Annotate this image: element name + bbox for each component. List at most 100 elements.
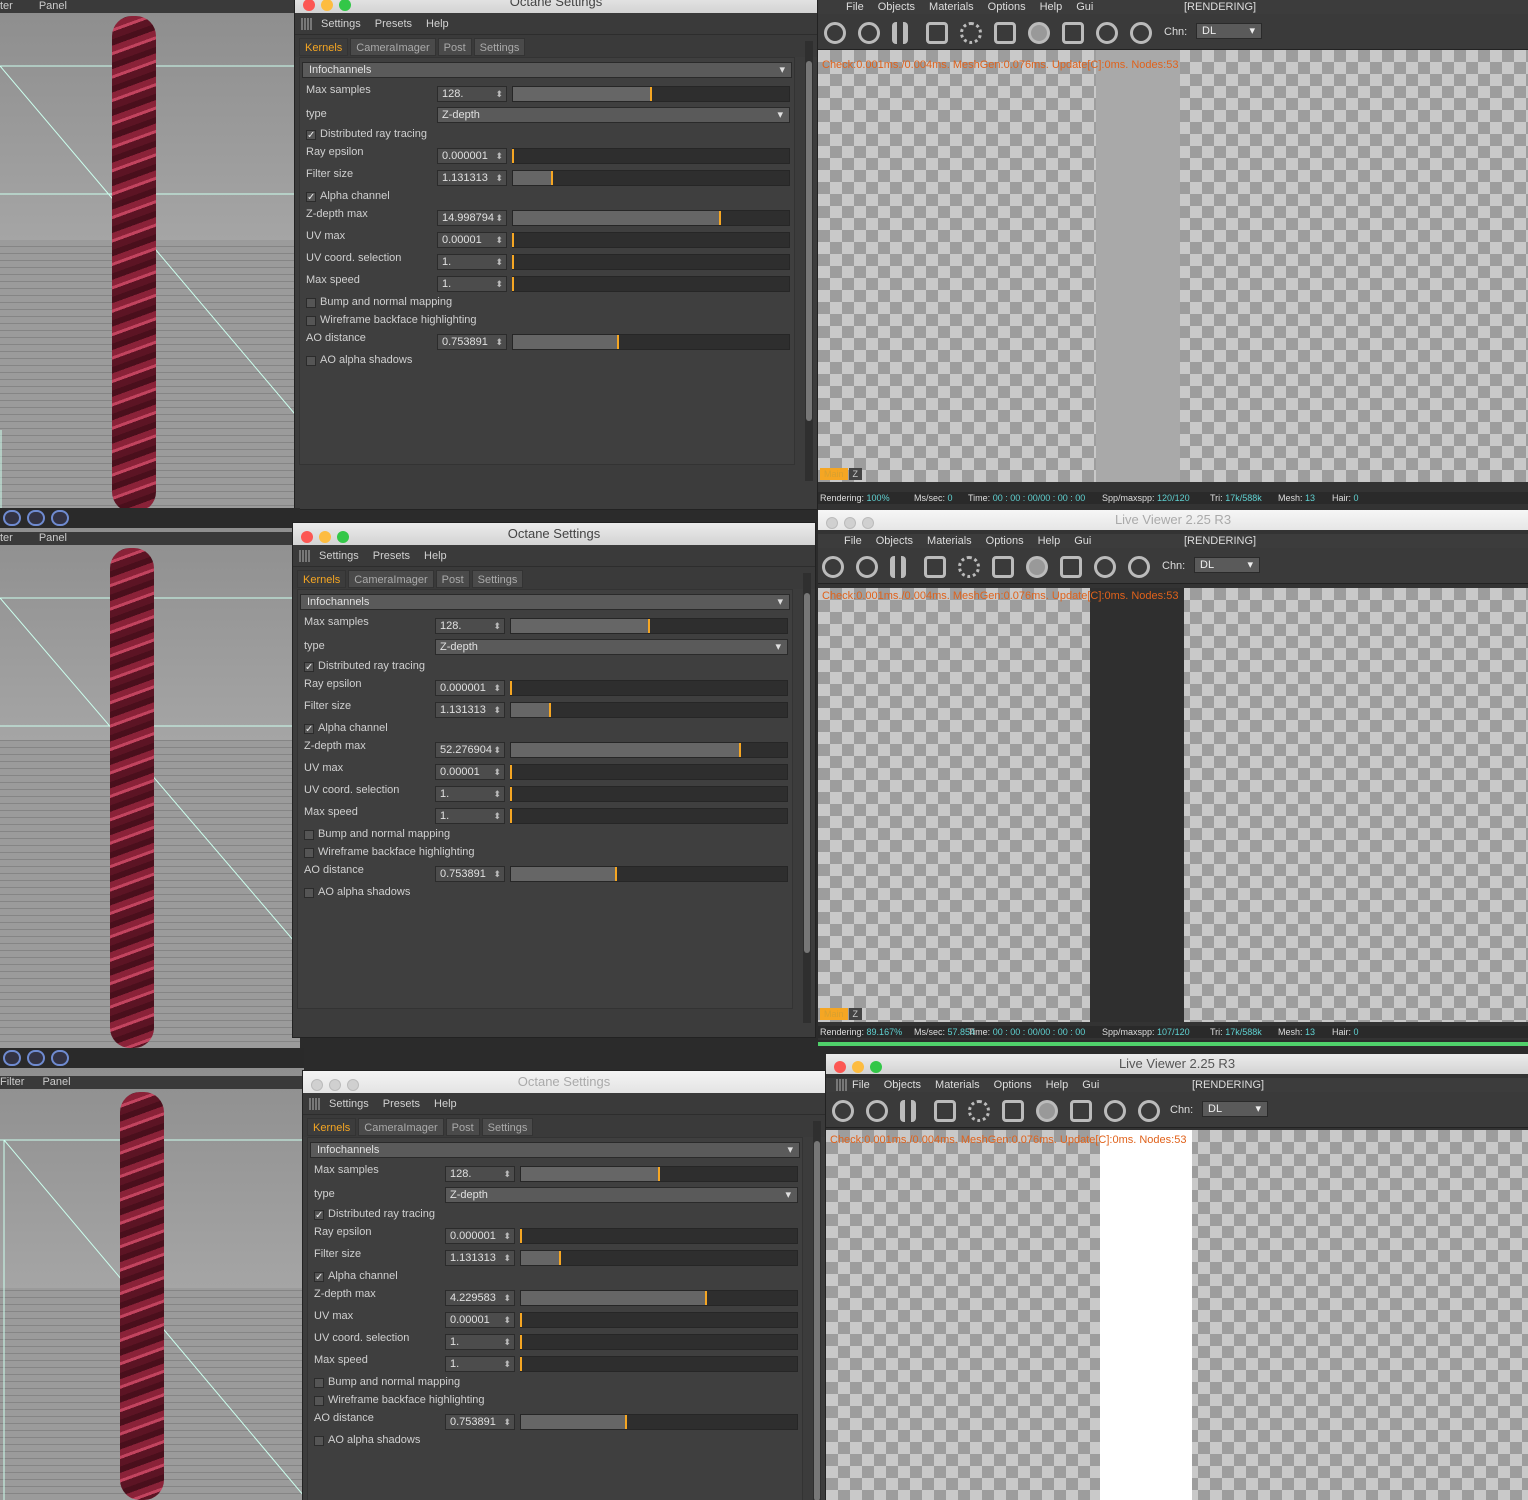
render-canvas[interactable]: Check:0.001ms./0.004ms. MeshGen:0.076ms.… bbox=[818, 50, 1528, 482]
menu-panel[interactable]: Panel bbox=[39, 0, 67, 12]
ray-epsilon-input[interactable]: 0.000001 bbox=[437, 148, 507, 164]
slider-handle[interactable] bbox=[512, 255, 514, 269]
channel-select[interactable]: DL bbox=[1202, 1101, 1268, 1117]
ray-epsilon-slider[interactable] bbox=[512, 148, 790, 164]
distributed-ray-tracing-checkbox[interactable]: ✓ bbox=[304, 662, 314, 673]
uv-max-slider[interactable] bbox=[510, 764, 788, 780]
focus-pin-icon[interactable] bbox=[1094, 556, 1116, 578]
zoom-button[interactable] bbox=[347, 1079, 359, 1091]
menu-help[interactable]: Help bbox=[434, 1098, 457, 1110]
wireframe-backface-checkbox[interactable] bbox=[306, 316, 316, 326]
zdepth-max-input[interactable]: 4.229583 bbox=[445, 1290, 515, 1306]
slider-handle[interactable] bbox=[510, 681, 512, 695]
material-ball-icon[interactable] bbox=[1026, 556, 1048, 578]
channel-select[interactable]: DL bbox=[1196, 23, 1262, 39]
gear-icon[interactable] bbox=[960, 22, 982, 44]
max-samples-slider[interactable] bbox=[510, 618, 788, 634]
max-samples-slider[interactable] bbox=[520, 1166, 798, 1182]
max-speed-slider[interactable] bbox=[520, 1356, 798, 1372]
lv-menu-help[interactable]: Help bbox=[1038, 535, 1061, 547]
render-canvas[interactable]: Check:0.001ms./0.004ms. MeshGen:0.076ms.… bbox=[818, 588, 1528, 1022]
slider-handle[interactable] bbox=[704, 1291, 707, 1305]
uv-coord-selection-slider[interactable] bbox=[510, 786, 788, 802]
frame-icon[interactable] bbox=[1060, 556, 1082, 578]
filter-size-slider[interactable] bbox=[520, 1250, 798, 1266]
sun-icon[interactable] bbox=[822, 556, 844, 578]
minimize-button[interactable] bbox=[319, 531, 331, 543]
close-button[interactable] bbox=[311, 1079, 323, 1091]
max-samples-input[interactable]: 128. bbox=[445, 1166, 515, 1182]
tab-post[interactable]: Post bbox=[445, 1118, 480, 1136]
ao-alpha-shadows-checkbox[interactable] bbox=[314, 1436, 324, 1446]
tab-cameraimager[interactable]: CameraImager bbox=[358, 1118, 444, 1136]
filter-size-slider[interactable] bbox=[512, 170, 790, 186]
pick-pin-icon[interactable] bbox=[1128, 556, 1150, 578]
slider-handle[interactable] bbox=[520, 1335, 522, 1349]
slider-handle[interactable] bbox=[616, 335, 619, 349]
sun-icon[interactable] bbox=[824, 22, 846, 44]
uv-coord-selection-input[interactable]: 1. bbox=[435, 786, 505, 802]
lv-menu-gui[interactable]: Gui bbox=[1076, 1, 1093, 13]
distributed-ray-tracing-checkbox[interactable]: ✓ bbox=[306, 130, 316, 141]
ray-epsilon-input[interactable]: 0.000001 bbox=[435, 680, 505, 696]
lv-menu-file[interactable]: File bbox=[846, 1, 864, 13]
max-speed-input[interactable]: 1. bbox=[437, 276, 507, 292]
zdepth-max-slider[interactable] bbox=[510, 742, 788, 758]
wireframe-backface-checkbox[interactable] bbox=[314, 1396, 324, 1406]
lv-menu-gui[interactable]: Gui bbox=[1074, 535, 1091, 547]
menu-filter[interactable]: ter bbox=[0, 0, 13, 12]
zdepth-max-input[interactable]: 52.276904 bbox=[435, 742, 505, 758]
max-samples-slider[interactable] bbox=[512, 86, 790, 102]
slider-handle[interactable] bbox=[550, 171, 553, 185]
slider-handle[interactable] bbox=[648, 619, 650, 633]
viewport-1[interactable]: ter Panel bbox=[0, 0, 300, 512]
uv-max-input[interactable]: 0.00001 bbox=[445, 1312, 515, 1328]
menu-settings[interactable]: Settings bbox=[329, 1098, 369, 1110]
type-select[interactable]: Z-depth bbox=[437, 107, 790, 123]
close-button[interactable] bbox=[826, 517, 838, 529]
alpha-channel-checkbox[interactable]: ✓ bbox=[314, 1272, 324, 1283]
minimize-button[interactable] bbox=[329, 1079, 341, 1091]
slider-handle[interactable] bbox=[614, 867, 617, 881]
filter-size-slider[interactable] bbox=[510, 702, 788, 718]
ray-epsilon-slider[interactable] bbox=[510, 680, 788, 696]
zdepth-max-slider[interactable] bbox=[520, 1290, 798, 1306]
pause-icon[interactable] bbox=[900, 1100, 916, 1122]
ray-epsilon-input[interactable]: 0.000001 bbox=[445, 1228, 515, 1244]
zoom-button[interactable] bbox=[870, 1061, 882, 1073]
minimize-button[interactable] bbox=[852, 1061, 864, 1073]
tab-kernels[interactable]: Kernels bbox=[299, 38, 349, 56]
max-speed-slider[interactable] bbox=[512, 276, 790, 292]
menu-panel[interactable]: Panel bbox=[39, 532, 67, 544]
menu-settings[interactable]: Settings bbox=[319, 550, 359, 562]
slider-handle[interactable] bbox=[512, 149, 514, 163]
slider-handle[interactable] bbox=[624, 1415, 627, 1429]
slider-handle[interactable] bbox=[520, 1229, 522, 1243]
zoom-button[interactable] bbox=[337, 531, 349, 543]
refresh-icon[interactable] bbox=[856, 556, 878, 578]
lv-menu-help[interactable]: Help bbox=[1040, 1, 1063, 13]
ao-alpha-shadows-checkbox[interactable] bbox=[304, 888, 314, 898]
tab-settings[interactable]: Settings bbox=[473, 38, 526, 56]
menu-settings[interactable]: Settings bbox=[321, 18, 361, 30]
kernel-type-select[interactable]: Infochannels bbox=[302, 62, 792, 78]
uv-coord-selection-input[interactable]: 1. bbox=[445, 1334, 515, 1350]
max-samples-input[interactable]: 128. bbox=[437, 86, 507, 102]
max-speed-input[interactable]: 1. bbox=[435, 808, 505, 824]
slider-handle[interactable] bbox=[510, 765, 512, 779]
sun-icon[interactable] bbox=[832, 1100, 854, 1122]
lv-menu-materials[interactable]: Materials bbox=[927, 535, 972, 547]
lv-menu-objects[interactable]: Objects bbox=[876, 535, 913, 547]
pick-pin-icon[interactable] bbox=[1138, 1100, 1160, 1122]
max-speed-input[interactable]: 1. bbox=[445, 1356, 515, 1372]
slider-handle[interactable] bbox=[520, 1313, 522, 1327]
distributed-ray-tracing-checkbox[interactable]: ✓ bbox=[314, 1210, 324, 1221]
bump-normal-mapping-checkbox[interactable] bbox=[314, 1378, 324, 1388]
close-button[interactable] bbox=[301, 531, 313, 543]
uv-max-input[interactable]: 0.00001 bbox=[435, 764, 505, 780]
menu-presets[interactable]: Presets bbox=[375, 18, 412, 30]
settings-scrollbar[interactable] bbox=[803, 573, 811, 1023]
frame-icon[interactable] bbox=[1070, 1100, 1092, 1122]
ao-alpha-shadows-checkbox[interactable] bbox=[306, 356, 316, 366]
slider-handle[interactable] bbox=[512, 277, 514, 291]
